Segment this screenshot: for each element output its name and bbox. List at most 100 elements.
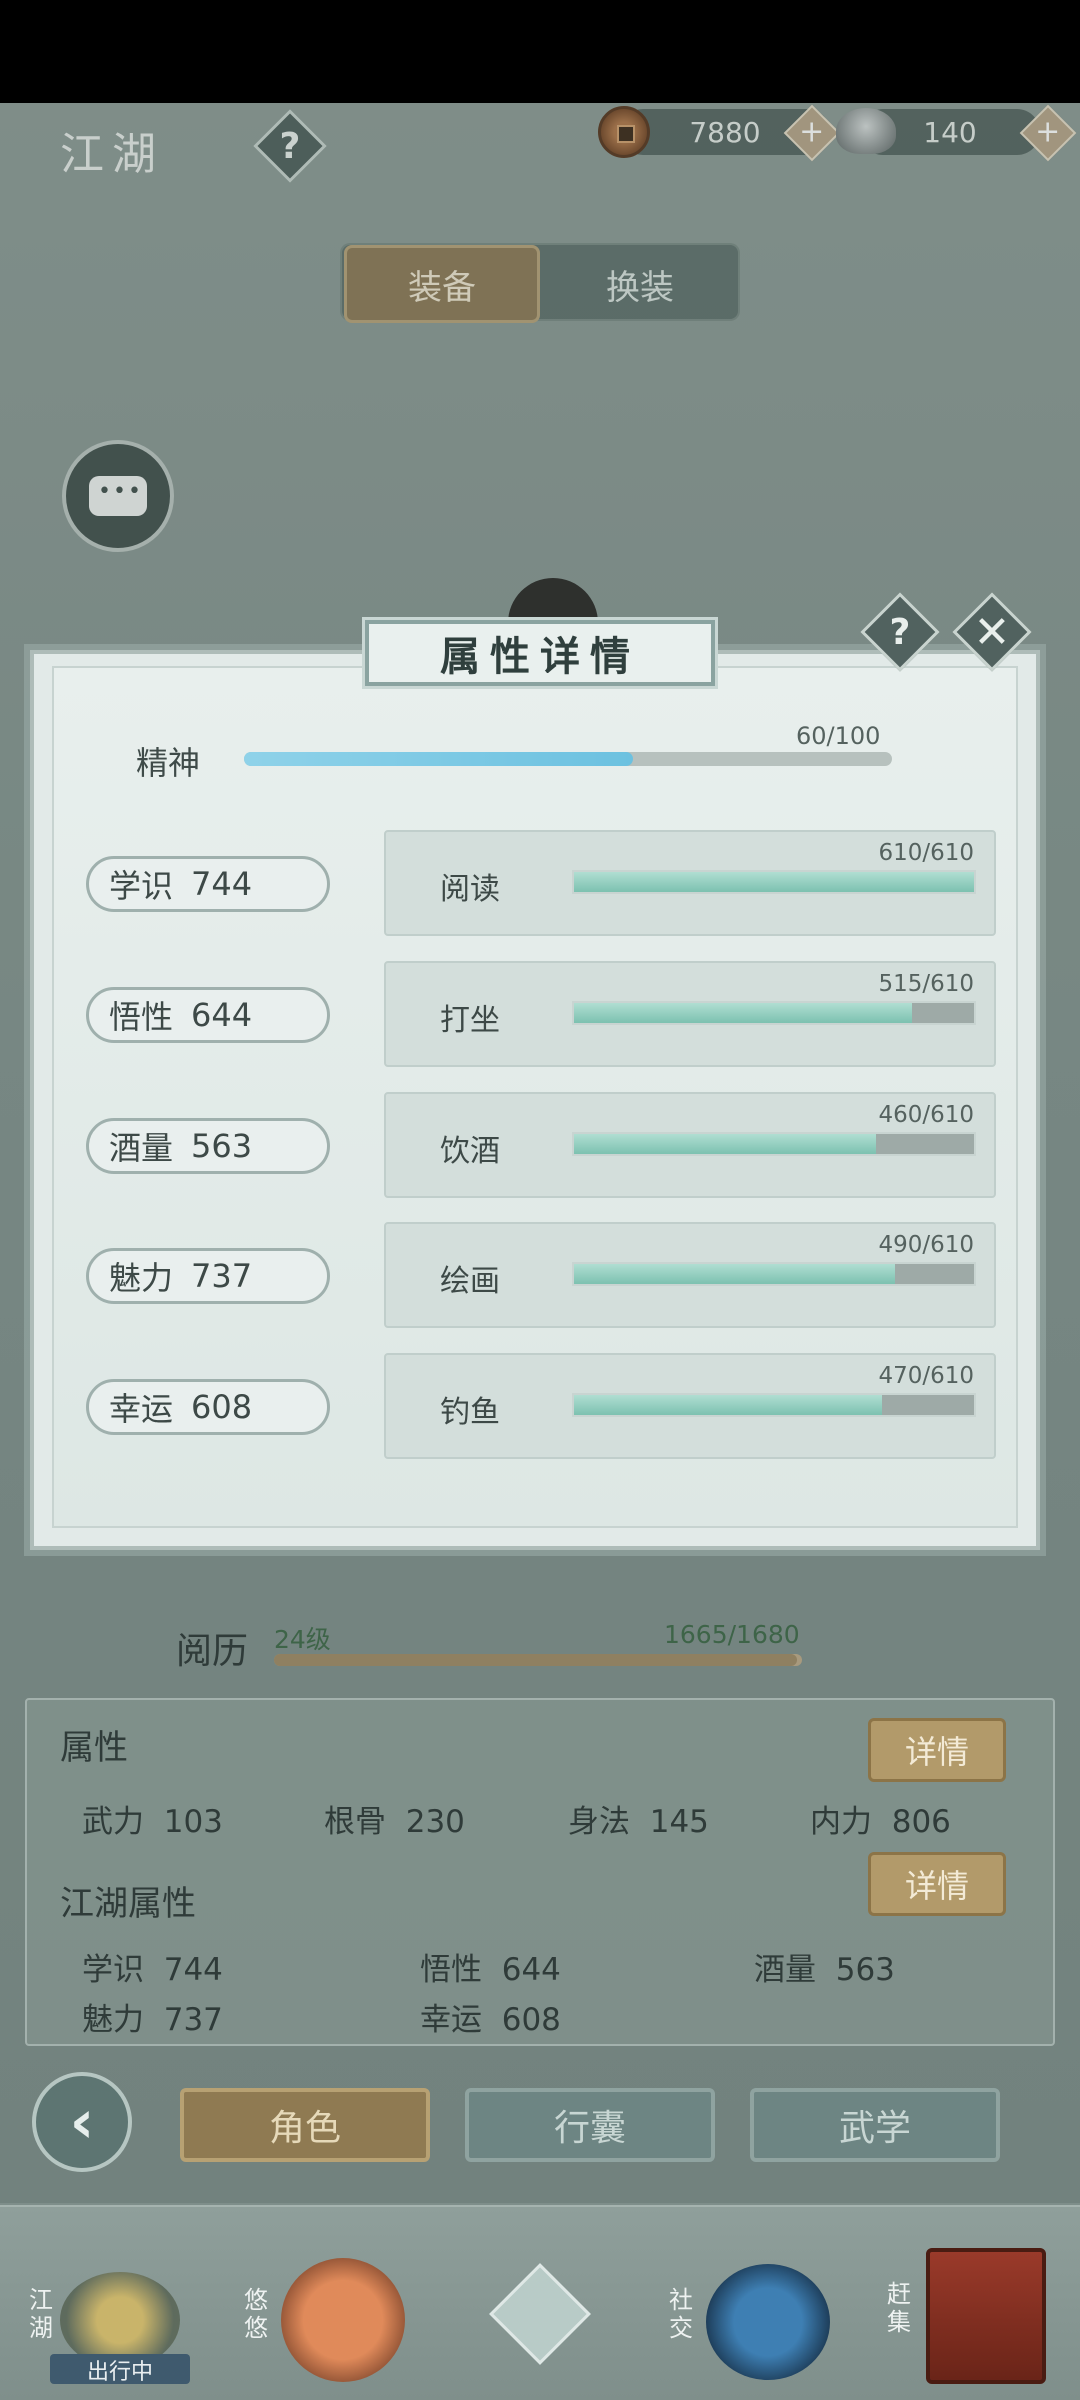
- attribute-value: 230: [405, 1804, 465, 1840]
- modal-title: 属性详情: [362, 617, 718, 689]
- activity-progress-fill: [574, 1395, 882, 1415]
- attribute-name: 武力: [82, 1804, 144, 1840]
- stat-name: 魅力: [109, 1259, 174, 1297]
- activity-progress-fill: [574, 1003, 912, 1023]
- activity-progress-fill: [574, 872, 974, 892]
- activity-progress-bar: [572, 1393, 976, 1417]
- activity-progress-fill: [574, 1264, 896, 1284]
- stat-value: 744: [191, 865, 253, 903]
- jianghu-detail-button[interactable]: 详情: [868, 1852, 1006, 1916]
- basket-icon: [926, 2248, 1046, 2384]
- stat-name: 幸运: [109, 1390, 174, 1428]
- tab-bag[interactable]: 行囊: [465, 2088, 715, 2162]
- question-icon: ?: [889, 611, 911, 653]
- experience-label: 阅历: [176, 1631, 249, 1672]
- attribute-value: 737: [163, 2002, 223, 2038]
- experience-bar: [274, 1654, 802, 1666]
- stat-pill: 酒量 563: [86, 1118, 330, 1174]
- activity-name: 钓鱼: [440, 1395, 500, 1430]
- jianghu-attribute-item: 学识 744: [82, 1944, 223, 1989]
- activity-row[interactable]: 钓鱼 470/610: [384, 1353, 996, 1459]
- attributes-detail-button[interactable]: 详情: [868, 1718, 1006, 1782]
- activity-progress-bar: [572, 1132, 976, 1156]
- spirit-bar: [244, 752, 892, 766]
- spirit-label: 精神: [136, 744, 201, 782]
- activity-progress-value: 515/610: [878, 971, 974, 997]
- activity-row[interactable]: 阅读 610/610: [384, 830, 996, 936]
- attribute-value: 103: [163, 1804, 223, 1840]
- nav-jianghu-label: 江湖: [29, 2286, 53, 2342]
- activity-progress-bar: [572, 870, 976, 894]
- swallow-icon: [281, 2258, 405, 2382]
- stat-name: 酒量: [109, 1129, 174, 1167]
- attribute-name: 根骨: [324, 1804, 386, 1840]
- spirit-value: 60/100: [796, 722, 881, 750]
- attribute-name: 魅力: [82, 2002, 144, 2038]
- compass-star-icon: [489, 2263, 591, 2365]
- attribute-value: 806: [891, 1804, 951, 1840]
- traveling-badge: 出行中: [50, 2354, 190, 2385]
- activity-name: 阅读: [440, 872, 500, 907]
- jianghu-attributes-title: 江湖属性: [60, 1884, 196, 1924]
- attribute-name: 幸运: [420, 2002, 482, 2038]
- stat-pill: 学识 744: [86, 856, 330, 912]
- nav-social-label: 社交: [669, 2286, 693, 2342]
- experience-level: 24级: [274, 1625, 331, 1654]
- nav-market[interactable]: 赶集: [876, 2240, 1066, 2390]
- attribute-item: 身法 145: [568, 1796, 709, 1841]
- activity-row[interactable]: 饮酒 460/610: [384, 1092, 996, 1198]
- attribute-value: 644: [501, 1952, 561, 1988]
- attribute-value: 563: [835, 1952, 895, 1988]
- tab-martial[interactable]: 武学: [750, 2088, 1000, 2162]
- nav-market-label: 赶集: [887, 2280, 911, 2336]
- nav-youyou-label: 悠悠: [244, 2286, 268, 2342]
- attribute-name: 悟性: [420, 1952, 482, 1988]
- stat-pill: 魅力 737: [86, 1248, 330, 1304]
- attributes-title: 属性: [60, 1728, 128, 1768]
- activity-name: 饮酒: [440, 1134, 500, 1169]
- attribute-value: 744: [163, 1952, 223, 1988]
- activity-name: 绘画: [440, 1264, 500, 1299]
- activity-progress-bar: [572, 1001, 976, 1025]
- attribute-name: 酒量: [754, 1952, 816, 1988]
- stat-value: 608: [191, 1388, 253, 1426]
- stat-pill: 幸运 608: [86, 1379, 330, 1435]
- nav-youyou[interactable]: 悠悠: [235, 2248, 415, 2388]
- attribute-item: 根骨 230: [324, 1796, 465, 1841]
- tab-role[interactable]: 角色: [180, 2088, 430, 2162]
- nav-home[interactable]: [470, 2250, 610, 2380]
- spirit-bar-fill: [244, 752, 633, 766]
- attribute-item: 内力 806: [810, 1796, 951, 1841]
- stat-pill: 悟性 644: [86, 987, 330, 1043]
- wave-icon: [706, 2264, 830, 2380]
- activity-row[interactable]: 打坐 515/610: [384, 961, 996, 1067]
- activity-progress-fill: [574, 1134, 876, 1154]
- activity-progress-value: 460/610: [878, 1102, 974, 1128]
- attribute-name: 学识: [82, 1952, 144, 1988]
- activity-progress-value: 610/610: [878, 840, 974, 866]
- attribute-item: 武力 103: [82, 1796, 223, 1841]
- activity-progress-value: 470/610: [878, 1363, 974, 1389]
- experience-bar-fill: [274, 1654, 798, 1666]
- activity-progress-bar: [572, 1262, 976, 1286]
- jianghu-attribute-item: 幸运 608: [420, 1994, 561, 2039]
- close-icon: ✕: [973, 606, 1011, 658]
- activity-row[interactable]: 绘画 490/610: [384, 1222, 996, 1328]
- stat-name: 悟性: [109, 998, 174, 1036]
- stat-value: 644: [191, 996, 253, 1034]
- nav-social[interactable]: 社交: [660, 2248, 840, 2388]
- stat-value: 563: [191, 1127, 253, 1165]
- attribute-name: 内力: [810, 1804, 872, 1840]
- nav-jianghu[interactable]: 江湖 出行中: [20, 2248, 200, 2388]
- back-arrow-icon: ‹: [69, 2087, 95, 2157]
- jianghu-attribute-item: 魅力 737: [82, 1994, 223, 2039]
- stat-value: 737: [191, 1257, 253, 1295]
- stat-name: 学识: [109, 867, 174, 905]
- activity-name: 打坐: [440, 1003, 500, 1038]
- attribute-name: 身法: [568, 1804, 630, 1840]
- attribute-value: 145: [649, 1804, 709, 1840]
- back-button[interactable]: ‹: [32, 2072, 132, 2172]
- jianghu-attribute-item: 酒量 563: [754, 1944, 895, 1989]
- activity-progress-value: 490/610: [878, 1232, 974, 1258]
- attribute-value: 608: [501, 2002, 561, 2038]
